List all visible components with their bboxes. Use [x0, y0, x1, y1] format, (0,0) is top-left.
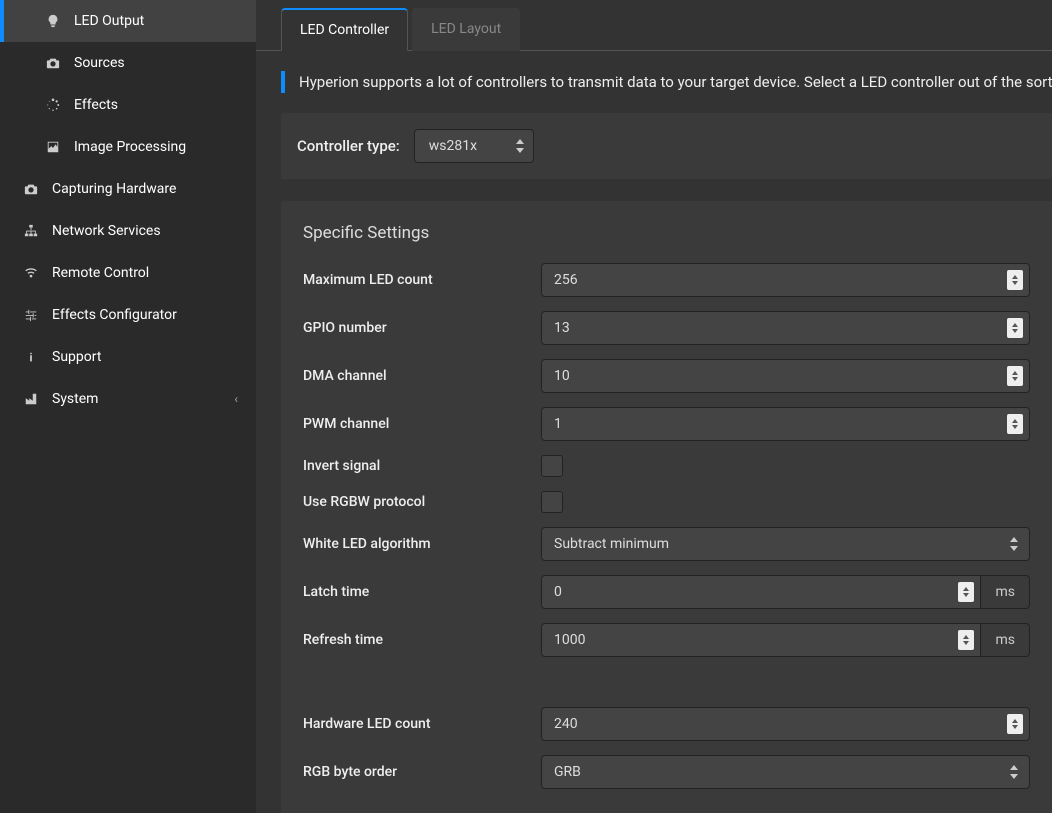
tab-led-controller[interactable]: LED Controller	[281, 8, 408, 51]
sidebar-item-effects[interactable]: Effects	[0, 84, 256, 126]
stepper-icon[interactable]	[1007, 270, 1023, 290]
hw-led-count-input[interactable]: 240	[541, 707, 1030, 741]
hw-led-count-label: Hardware LED count	[303, 716, 541, 732]
sitemap-icon	[22, 224, 40, 238]
spinner-icon	[44, 98, 62, 112]
latch-unit: ms	[981, 575, 1030, 609]
gpio-label: GPIO number	[303, 320, 541, 336]
stepper-icon[interactable]	[958, 582, 974, 602]
sidebar-item-effects-configurator[interactable]: Effects Configurator	[0, 294, 256, 336]
sidebar-item-label: Remote Control	[52, 265, 149, 281]
refresh-time-label: Refresh time	[303, 632, 541, 648]
select-caret-icon	[1009, 537, 1019, 551]
rgb-order-select[interactable]: GRB	[541, 755, 1030, 789]
sidebar-item-system[interactable]: System ‹	[0, 378, 256, 420]
sidebar-item-label: Image Processing	[74, 139, 186, 155]
pwm-label: PWM channel	[303, 416, 541, 432]
stepper-icon[interactable]	[1007, 714, 1023, 734]
stepper-icon[interactable]	[1007, 414, 1023, 434]
sidebar-item-label: Network Services	[52, 223, 161, 239]
sidebar-item-label: Effects	[74, 97, 118, 113]
sidebar-item-label: Sources	[74, 55, 125, 71]
sidebar-item-network-services[interactable]: Network Services	[0, 210, 256, 252]
refresh-unit: ms	[981, 623, 1030, 657]
sidebar-item-remote-control[interactable]: Remote Control	[0, 252, 256, 294]
controller-type-row: Controller type: ws281x	[281, 113, 1052, 179]
stepper-icon[interactable]	[1007, 318, 1023, 338]
stepper-icon[interactable]	[958, 630, 974, 650]
tab-led-layout[interactable]: LED Layout	[412, 8, 520, 51]
max-led-count-input[interactable]: 256	[541, 263, 1030, 297]
select-caret-icon	[1009, 765, 1019, 779]
select-caret-icon	[515, 139, 525, 153]
specific-settings-title: Specific Settings	[303, 223, 1030, 243]
invert-signal-checkbox[interactable]	[541, 455, 563, 477]
sidebar-item-capturing-hardware[interactable]: Capturing Hardware	[0, 168, 256, 210]
dma-input[interactable]: 10	[541, 359, 1030, 393]
sidebar: LED Output Sources Effects Image Process…	[0, 0, 256, 813]
latch-time-input[interactable]: 0	[541, 575, 981, 609]
white-algo-select[interactable]: Subtract minimum	[541, 527, 1030, 561]
rgb-order-label: RGB byte order	[303, 764, 541, 780]
white-algo-label: White LED algorithm	[303, 536, 541, 552]
dma-label: DMA channel	[303, 368, 541, 384]
tab-bar: LED Controller LED Layout	[256, 0, 1052, 51]
chevron-left-icon: ‹	[234, 392, 238, 406]
rgbw-label: Use RGBW protocol	[303, 494, 541, 510]
sidebar-item-led-output[interactable]: LED Output	[0, 0, 256, 42]
controller-type-select[interactable]: ws281x	[414, 129, 534, 163]
invert-signal-label: Invert signal	[303, 458, 541, 474]
sidebar-item-label: Effects Configurator	[52, 307, 177, 323]
sidebar-item-label: Capturing Hardware	[52, 181, 176, 197]
info-banner: Hyperion supports a lot of controllers t…	[281, 71, 1052, 93]
info-icon	[22, 350, 40, 364]
stepper-icon[interactable]	[1007, 366, 1023, 386]
sliders-icon	[22, 308, 40, 322]
sidebar-item-support[interactable]: Support	[0, 336, 256, 378]
image-icon	[44, 140, 62, 154]
camera-icon	[22, 182, 40, 196]
sidebar-item-sources[interactable]: Sources	[0, 42, 256, 84]
sidebar-item-label: System	[52, 391, 98, 407]
sidebar-item-label: Support	[52, 349, 101, 365]
wifi-icon	[22, 266, 40, 280]
max-led-count-label: Maximum LED count	[303, 272, 541, 288]
rgbw-checkbox[interactable]	[541, 491, 563, 513]
camera-icon	[44, 56, 62, 70]
sidebar-item-label: LED Output	[74, 13, 144, 29]
controller-type-label: Controller type:	[297, 137, 400, 155]
latch-time-label: Latch time	[303, 584, 541, 600]
pwm-input[interactable]: 1	[541, 407, 1030, 441]
lightbulb-icon	[44, 14, 62, 28]
controller-type-value: ws281x	[429, 138, 477, 154]
gpio-input[interactable]: 13	[541, 311, 1030, 345]
main-content: LED Controller LED Layout Hyperion suppo…	[256, 0, 1052, 813]
sidebar-item-image-processing[interactable]: Image Processing	[0, 126, 256, 168]
specific-settings-card: Specific Settings Maximum LED count 256 …	[281, 201, 1052, 813]
refresh-time-input[interactable]: 1000	[541, 623, 981, 657]
industry-icon	[22, 392, 40, 406]
